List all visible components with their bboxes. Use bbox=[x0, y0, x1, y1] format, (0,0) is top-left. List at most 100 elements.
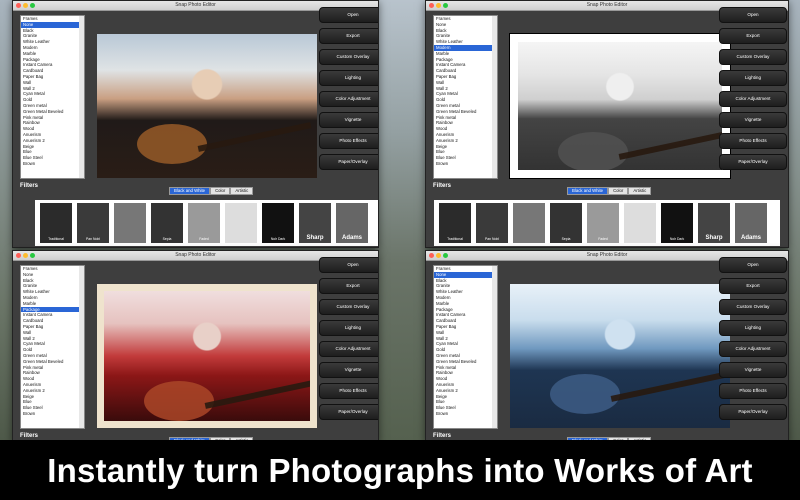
filter-thumbnail[interactable]: Traditional bbox=[439, 203, 471, 243]
photo-preview bbox=[97, 34, 317, 178]
action-buttons: Open Export Custom Overlay Lighting Color Ad… bbox=[719, 257, 787, 425]
vignette-button[interactable]: Vignette bbox=[719, 362, 787, 378]
color-adjustment-button[interactable]: Color Adjustment bbox=[719, 341, 787, 357]
filter-thumbnail-label: Nolr Dark bbox=[270, 237, 286, 241]
custom-overlay-button[interactable]: Custom Overlay bbox=[319, 299, 378, 315]
frames-list[interactable]: Frames None Black Granite White Leather Moder… bbox=[433, 15, 498, 179]
vignette-button[interactable]: Vignette bbox=[319, 112, 378, 128]
paper-overlay-button[interactable]: Paper/Overlay bbox=[319, 404, 378, 420]
frames-list-scrollbar[interactable] bbox=[79, 16, 84, 178]
color-adjustment-button[interactable]: Color Adjustment bbox=[719, 91, 787, 107]
export-button[interactable]: Export bbox=[319, 278, 378, 294]
filter-thumbnail-label: Faded bbox=[199, 237, 209, 241]
color-adjustment-button[interactable]: Color Adjustment bbox=[319, 341, 378, 357]
promo-banner-text: Instantly turn Photographs into Works of… bbox=[47, 452, 753, 489]
photo-preview bbox=[97, 284, 317, 428]
custom-overlay-button[interactable]: Custom Overlay bbox=[719, 49, 787, 65]
export-button[interactable]: Export bbox=[719, 278, 787, 294]
lighting-button[interactable]: Lighting bbox=[719, 320, 787, 336]
background-mountain-center bbox=[375, 0, 425, 440]
open-button[interactable]: Open bbox=[319, 7, 378, 23]
photo-subject bbox=[137, 124, 207, 164]
vignette-button[interactable]: Vignette bbox=[319, 362, 378, 378]
filter-thumbnail-label: Faded bbox=[598, 237, 608, 241]
tab-artistic[interactable]: Artistic bbox=[230, 187, 254, 195]
filter-thumbnail-label: Traditional bbox=[447, 237, 463, 241]
frames-list-scrollbar[interactable] bbox=[79, 266, 84, 428]
filter-thumbnail[interactable]: Pan Nobl bbox=[476, 203, 508, 243]
photo-subject-detail bbox=[204, 379, 310, 409]
filter-thumbnail-label: Adams bbox=[341, 235, 362, 241]
filter-thumbnail-label: Nolr Dark bbox=[669, 237, 685, 241]
filter-thumbnail[interactable] bbox=[114, 203, 146, 243]
photo-subject bbox=[550, 374, 620, 414]
filter-thumbnail[interactable] bbox=[513, 203, 545, 243]
vignette-button[interactable]: Vignette bbox=[719, 112, 787, 128]
tab-black-and-white[interactable]: Black and White bbox=[169, 187, 211, 195]
frames-list-scrollbar[interactable] bbox=[492, 266, 497, 428]
filters-label: Filters bbox=[433, 183, 452, 189]
tab-color[interactable]: Color bbox=[608, 187, 629, 195]
filter-thumbnail[interactable]: Sharp bbox=[698, 203, 730, 243]
export-button[interactable]: Export bbox=[319, 28, 378, 44]
lighting-button[interactable]: Lighting bbox=[719, 70, 787, 86]
filter-thumbnail[interactable]: Pan Nobl bbox=[77, 203, 109, 243]
editor-window-2: Snap Photo Editor Frames None Black Granite W… bbox=[425, 0, 789, 248]
photo-subject bbox=[558, 132, 628, 170]
frames-list-scrollbar[interactable] bbox=[492, 16, 497, 178]
filter-tabs: Black and WhiteColorArtistic bbox=[567, 187, 652, 195]
paper-overlay-button[interactable]: Paper/Overlay bbox=[719, 154, 787, 170]
filter-thumbnail-label: Sepia bbox=[162, 237, 172, 241]
filter-thumbnail[interactable]: Adams bbox=[336, 203, 368, 243]
editor-window-1: Snap Photo Editor Frames None Black Granite W… bbox=[12, 0, 379, 248]
tab-artistic[interactable]: Artistic bbox=[628, 187, 652, 195]
frames-list[interactable]: Frames None Black Granite White Leather Moder… bbox=[20, 15, 85, 179]
filters-label: Filters bbox=[433, 433, 452, 439]
filter-thumbnail[interactable] bbox=[624, 203, 656, 243]
photo-effects-button[interactable]: Photo Effects bbox=[719, 133, 787, 149]
paper-overlay-button[interactable]: Paper/Overlay bbox=[319, 154, 378, 170]
paper-overlay-button[interactable]: Paper/Overlay bbox=[719, 404, 787, 420]
open-button[interactable]: Open bbox=[719, 257, 787, 273]
filters-label: Filters bbox=[20, 433, 39, 439]
open-button[interactable]: Open bbox=[319, 257, 378, 273]
frames-list[interactable]: Frames None Black Granite White Leather Moder… bbox=[433, 265, 498, 429]
action-buttons: Open Export Custom Overlay Lighting Color Ad… bbox=[319, 7, 378, 175]
filter-thumbnail[interactable]: Nolr Dark bbox=[661, 203, 693, 243]
frames-list-item[interactable]: Brown bbox=[434, 161, 497, 167]
lighting-button[interactable]: Lighting bbox=[319, 320, 378, 336]
custom-overlay-button[interactable]: Custom Overlay bbox=[319, 49, 378, 65]
filter-thumbnail-label: Sepia bbox=[561, 237, 571, 241]
filter-thumbnail[interactable]: Traditional bbox=[40, 203, 72, 243]
filter-thumbnail[interactable]: Nolr Dark bbox=[262, 203, 294, 243]
photo-effects-button[interactable]: Photo Effects bbox=[319, 133, 378, 149]
filter-thumbnail[interactable]: Faded bbox=[587, 203, 619, 243]
frames-list-item[interactable]: Brown bbox=[21, 411, 84, 417]
frames-list-item[interactable]: Brown bbox=[434, 411, 497, 417]
filter-thumbnails: Traditional Pan Nobl Sepia Faded Nolr Dark Sh… bbox=[434, 200, 780, 246]
filter-thumbnail-label: Pan Nobl bbox=[86, 237, 100, 241]
photo-effects-button[interactable]: Photo Effects bbox=[719, 383, 787, 399]
editor-window-4: Snap Photo Editor Frames None Black Granite W… bbox=[425, 250, 789, 442]
tab-black-and-white[interactable]: Black and White bbox=[567, 187, 609, 195]
filter-thumbnail[interactable]: Sepia bbox=[550, 203, 582, 243]
filter-thumbnail-label: Sharp bbox=[705, 235, 723, 241]
open-button[interactable]: Open bbox=[719, 7, 787, 23]
filter-thumbnail[interactable] bbox=[225, 203, 257, 243]
filter-thumbnail[interactable]: Sharp bbox=[299, 203, 331, 243]
filter-thumbnail[interactable]: Adams bbox=[735, 203, 767, 243]
custom-overlay-button[interactable]: Custom Overlay bbox=[719, 299, 787, 315]
tab-color[interactable]: Color bbox=[210, 187, 231, 195]
photo-effects-button[interactable]: Photo Effects bbox=[319, 383, 378, 399]
frames-list-item[interactable]: Brown bbox=[21, 161, 84, 167]
filter-thumbnail-label: Pan Nobl bbox=[485, 237, 499, 241]
filter-thumbnail[interactable]: Faded bbox=[188, 203, 220, 243]
frames-list[interactable]: Frames None Black Granite White Leather Moder… bbox=[20, 265, 85, 429]
background-mountain-right bbox=[788, 0, 800, 440]
editor-window-3: Snap Photo Editor Frames None Black Granite W… bbox=[12, 250, 379, 442]
color-adjustment-button[interactable]: Color Adjustment bbox=[319, 91, 378, 107]
export-button[interactable]: Export bbox=[719, 28, 787, 44]
filter-thumbnail[interactable]: Sepia bbox=[151, 203, 183, 243]
lighting-button[interactable]: Lighting bbox=[319, 70, 378, 86]
filter-thumbnail-label: Adams bbox=[740, 235, 761, 241]
